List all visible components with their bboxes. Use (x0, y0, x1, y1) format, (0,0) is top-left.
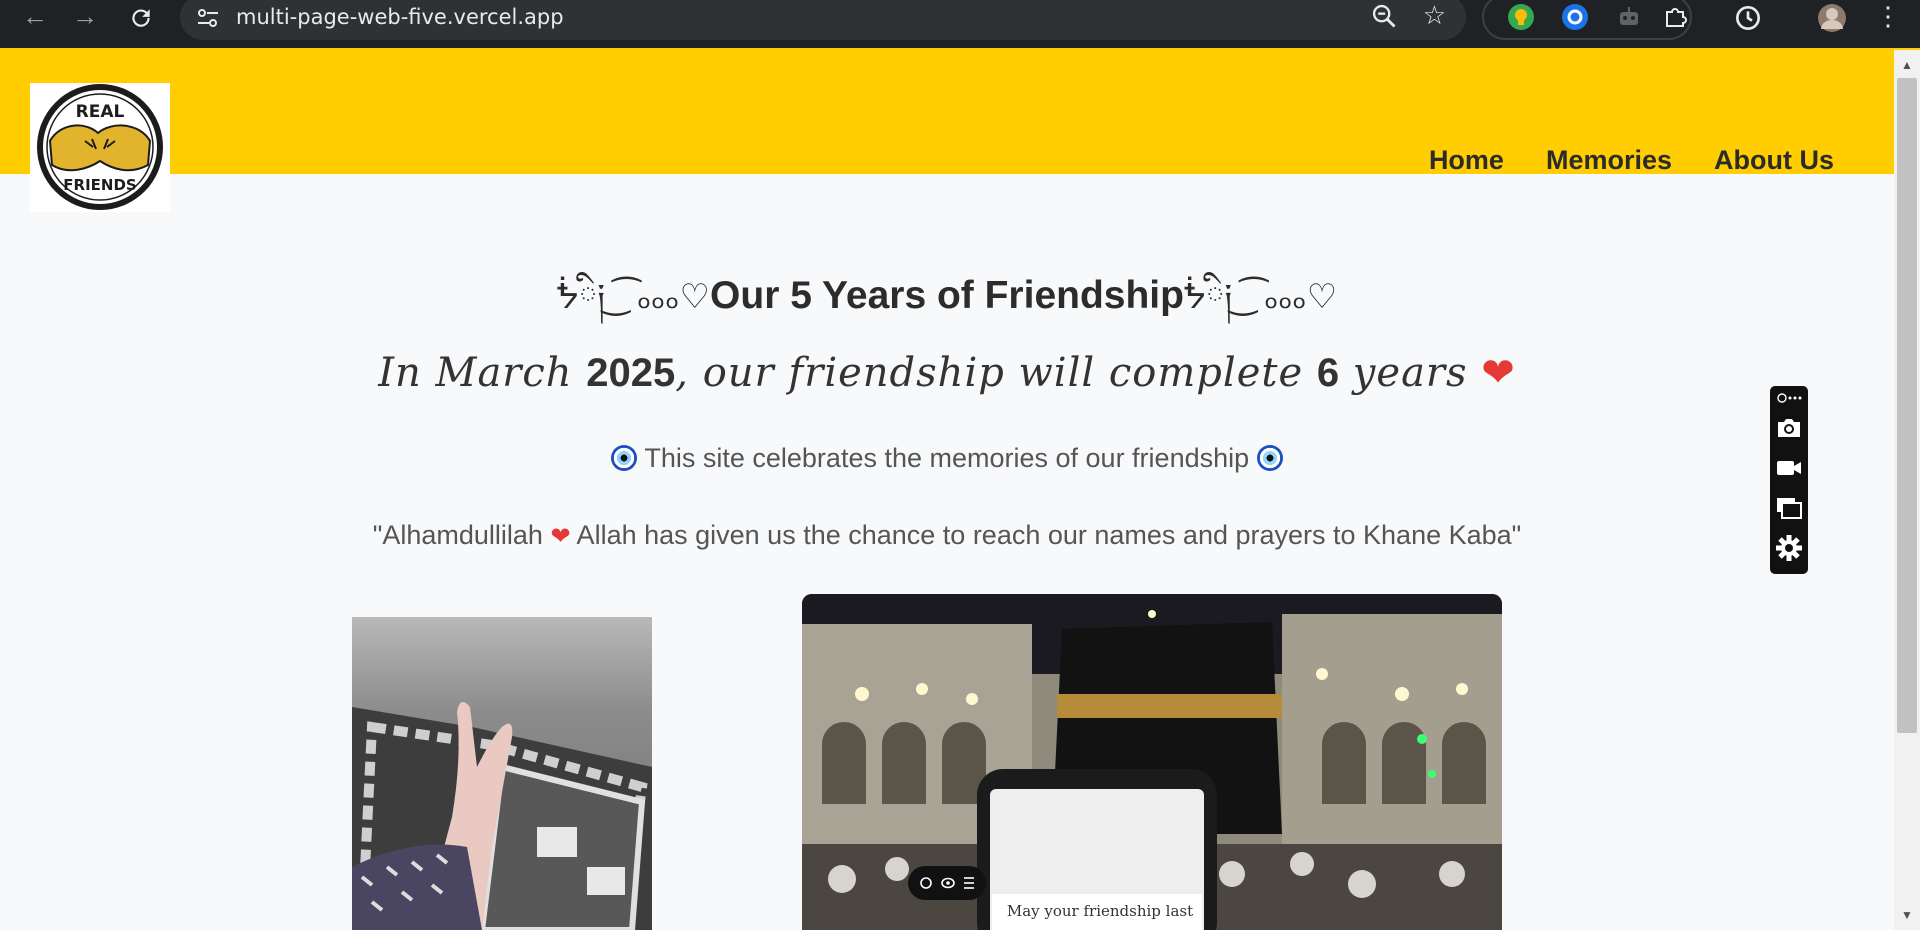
site-settings-icon[interactable] (196, 8, 220, 28)
title-decoration-right: ᖭི༏ ͜ ͡ ₒₒₒ♡ (1183, 277, 1338, 317)
quote-part2: Allah has given us the chance to reach o… (570, 520, 1522, 550)
page-scrollbar[interactable]: ▲ ▼ (1894, 50, 1920, 930)
profile-avatar[interactable] (1816, 2, 1848, 34)
evil-eye-icon (611, 445, 638, 471)
anniversary-line: In March 2025, our friendship will compl… (0, 350, 1894, 396)
main-nav: Home Memories About Us (1429, 145, 1834, 176)
back-icon[interactable]: ← (20, 2, 50, 32)
logo-text-real: REAL (76, 102, 125, 122)
recorder-menu-icon[interactable] (1775, 388, 1803, 408)
title-text: Our 5 Years of Friendship (710, 274, 1184, 317)
subline-part1: In March (378, 350, 587, 396)
quote: "Alhamdullilah ❤ Allah has given us the … (0, 520, 1894, 551)
address-bar[interactable]: multi-page-web-five.vercel.app ☆ (180, 0, 1466, 40)
history-icon[interactable] (1732, 2, 1764, 34)
scroll-down-arrow-icon[interactable]: ▼ (1894, 904, 1920, 926)
extension-green-icon[interactable] (1508, 4, 1534, 30)
video-camera-icon[interactable] (1775, 454, 1803, 482)
heart-icon: ❤ (550, 522, 571, 550)
subline-part2: , our friendship will complete (675, 350, 1317, 396)
site-logo[interactable]: REAL FRIENDS (30, 83, 170, 212)
bookmark-star-icon[interactable]: ☆ (1423, 0, 1446, 30)
memory-photo-hands (352, 617, 652, 930)
nav-about-us[interactable]: About Us (1714, 145, 1834, 176)
puzzle-icon[interactable] (1662, 4, 1688, 30)
page-title: ᖭི༏ ͜ ͡ ₒₒₒ♡Our 5 Years of Friendshipᖭི༏… (0, 258, 1894, 354)
site-header: Home Memories About Us (0, 50, 1894, 176)
scroll-up-arrow-icon[interactable]: ▲ (1894, 54, 1920, 76)
nav-home[interactable]: Home (1429, 145, 1504, 176)
screen-recorder-widget (1770, 386, 1808, 574)
zoom-icon[interactable] (1370, 2, 1398, 30)
subline-count: 6 (1316, 351, 1340, 395)
nav-memories[interactable]: Memories (1546, 145, 1672, 176)
photo-caption: May your friendship last (1006, 902, 1194, 920)
logo-text-friends: FRIENDS (63, 176, 136, 194)
subline-part3: years (1339, 350, 1482, 396)
heart-icon: ❤ (1481, 350, 1516, 396)
window-capture-icon[interactable] (1775, 494, 1803, 522)
gear-icon[interactable] (1775, 534, 1803, 562)
image-mini-toolbar[interactable] (908, 866, 986, 900)
quote-part1: "Alhamdullilah (372, 520, 551, 550)
title-decoration-left: ᖭི༏ ͜ ͡ ₒₒₒ♡ (556, 277, 711, 317)
evil-eye-icon (1256, 445, 1283, 471)
memory-photo-kaaba: May your friendship last (802, 594, 1502, 930)
tagline-text: This site celebrates the memories of our… (644, 443, 1250, 473)
forward-icon[interactable]: → (70, 2, 100, 32)
camera-icon[interactable] (1775, 414, 1803, 442)
subline-year: 2025 (586, 351, 676, 395)
kebab-menu-icon[interactable]: ⋮ (1872, 2, 1904, 34)
extension-blue-icon[interactable] (1562, 4, 1588, 30)
extensions-area (1482, 0, 1692, 40)
extension-robot-icon[interactable] (1616, 4, 1642, 30)
tagline: This site celebrates the memories of our… (0, 443, 1894, 474)
url-text[interactable]: multi-page-web-five.vercel.app (236, 4, 564, 30)
browser-toolbar: ← → multi-page-web-five.vercel.app ☆ ⋮ (0, 0, 1920, 50)
reload-icon[interactable] (126, 2, 156, 32)
scrollbar-thumb[interactable] (1897, 78, 1917, 733)
